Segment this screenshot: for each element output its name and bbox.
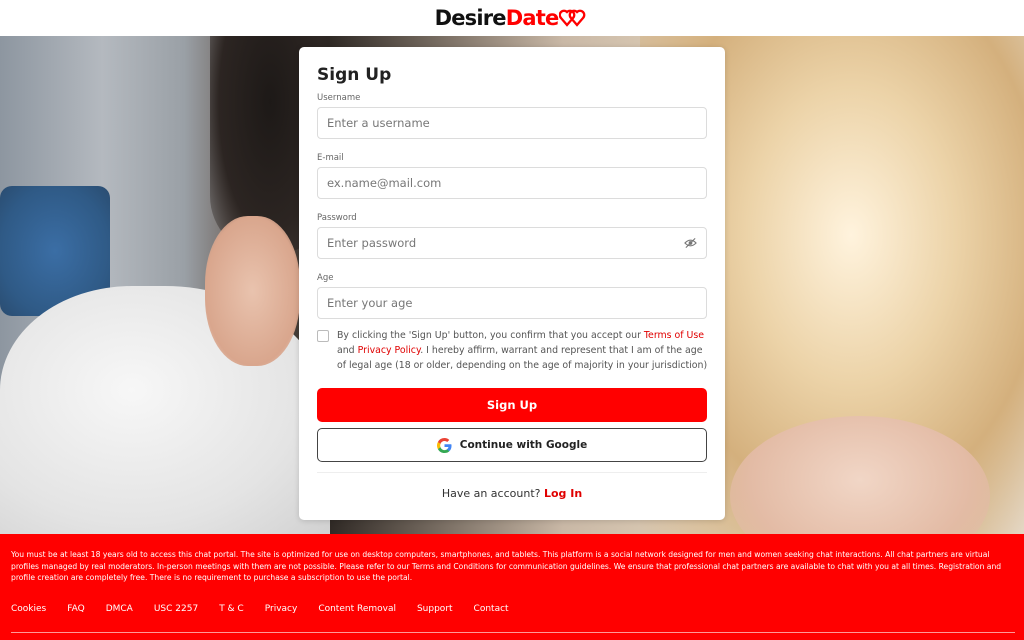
google-signin-button[interactable]: Continue with Google	[317, 428, 707, 462]
footer-link-privacy[interactable]: Privacy	[265, 604, 298, 614]
privacy-policy-link[interactable]: Privacy Policy	[358, 345, 421, 356]
background-hand	[205, 216, 300, 366]
google-icon	[436, 437, 452, 453]
footer-link-usc2257[interactable]: USC 2257	[154, 604, 198, 614]
signup-button[interactable]: Sign Up	[317, 388, 707, 422]
footer-disclaimer: You must be at least 18 years old to acc…	[11, 550, 1002, 582]
username-label: Username	[317, 93, 361, 103]
footer-links: Cookies FAQ DMCA USC 2257 T & C Privacy …	[11, 604, 530, 614]
footer-link-dmca[interactable]: DMCA	[106, 604, 133, 614]
footer-link-tc[interactable]: T & C	[219, 604, 244, 614]
logo-text-date: Date	[505, 6, 559, 30]
password-label: Password	[317, 213, 357, 223]
have-account-text: Have an account?	[441, 487, 541, 500]
email-label: E-mail	[317, 153, 344, 163]
login-link[interactable]: Log In	[544, 487, 582, 500]
terms-text: By clicking the 'Sign Up' button, you co…	[337, 328, 709, 373]
footer: You must be at least 18 years old to acc…	[0, 534, 1024, 640]
age-label: Age	[317, 273, 334, 283]
password-field-wrapper	[317, 227, 707, 259]
site-logo[interactable]: Desire Date	[435, 6, 590, 30]
eye-off-icon[interactable]	[684, 237, 697, 249]
footer-link-contact[interactable]: Contact	[474, 604, 509, 614]
email-input[interactable]	[327, 176, 697, 190]
terms-checkbox[interactable]	[317, 330, 329, 342]
terms-consent: By clicking the 'Sign Up' button, you co…	[317, 328, 709, 373]
footer-link-content-removal[interactable]: Content Removal	[318, 604, 396, 614]
age-field-wrapper	[317, 287, 707, 319]
google-button-label: Continue with Google	[459, 439, 588, 451]
terms-of-use-link[interactable]: Terms of Use	[644, 330, 704, 341]
form-title: Sign Up	[317, 65, 392, 85]
age-input[interactable]	[327, 296, 697, 310]
footer-link-cookies[interactable]: Cookies	[11, 604, 46, 614]
username-field-wrapper	[317, 107, 707, 139]
footer-divider	[11, 632, 1015, 633]
password-input[interactable]	[327, 236, 697, 250]
header: Desire Date	[0, 0, 1024, 36]
footer-link-support[interactable]: Support	[417, 604, 453, 614]
logo-text-desire: Desire	[434, 6, 507, 30]
divider	[317, 472, 707, 473]
terms-text-part2: and	[337, 345, 358, 356]
heart-logo-icon	[559, 9, 586, 27]
signup-card: Sign Up Username E-mail Password Age By …	[299, 47, 725, 520]
footer-link-faq[interactable]: FAQ	[67, 604, 84, 614]
terms-text-part1: By clicking the 'Sign Up' button, you co…	[337, 330, 644, 341]
login-prompt: Have an account? Log In	[299, 487, 725, 500]
email-field-wrapper	[317, 167, 707, 199]
username-input[interactable]	[327, 116, 697, 130]
